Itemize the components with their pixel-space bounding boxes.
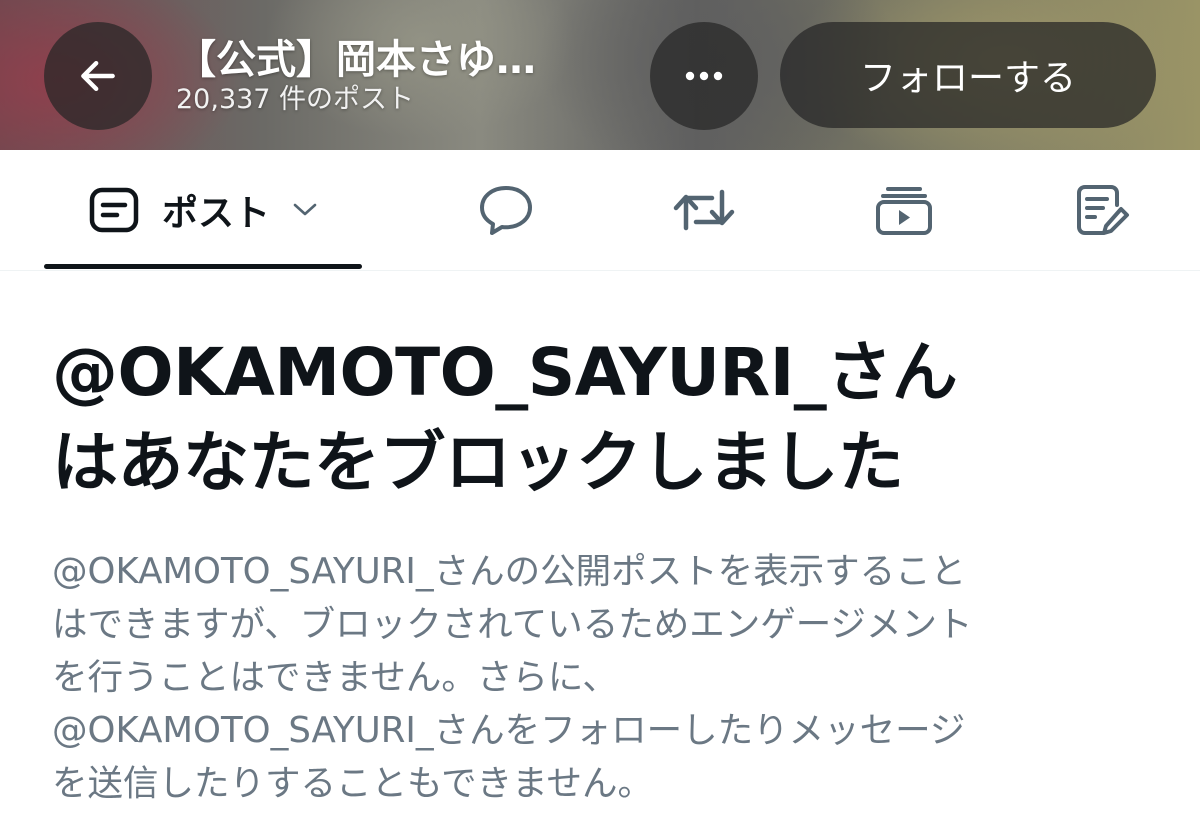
tab-posts[interactable]: ポスト <box>44 150 362 270</box>
arrow-left-icon <box>81 60 115 92</box>
tab-replies[interactable] <box>456 150 556 270</box>
post-icon <box>89 187 139 233</box>
more-horizontal-icon <box>685 71 723 81</box>
tab-articles[interactable] <box>1052 150 1152 270</box>
more-options-button[interactable] <box>650 22 758 130</box>
reply-bubble-icon <box>480 186 532 235</box>
edit-document-icon <box>1077 185 1129 235</box>
back-button[interactable] <box>44 22 152 130</box>
profile-name: 【公式】岡本さゆ… <box>176 37 536 83</box>
blocked-title-line: @OKAMOTO_SAYURI_さん <box>52 334 958 411</box>
video-play-icon <box>876 187 932 235</box>
tab-reposts[interactable] <box>652 150 756 270</box>
post-count: 20,337 件のポスト <box>176 84 415 115</box>
blocked-description-line: @OKAMOTO_SAYURI_さんをフォローしたりメッセージ <box>52 710 966 751</box>
blocked-profile-screen: 【公式】岡本さゆ… 20,337 件のポスト フォローする ポスト @OKAMO… <box>0 0 1200 827</box>
blocked-description-line: @OKAMOTO_SAYURI_さんの公開ポストを表示すること <box>52 551 967 592</box>
header-title-block: 【公式】岡本さゆ… 20,337 件のポスト <box>176 36 536 116</box>
blocked-description-line: を送信したりすることもできません。 <box>52 763 654 804</box>
chevron-down-icon <box>293 203 317 216</box>
tab-posts-label: ポスト <box>161 193 270 234</box>
blocked-description-line: を行うことはできません。さらに、 <box>52 657 618 698</box>
blocked-title-line: はあなたをブロックしました <box>52 424 904 501</box>
tab-media[interactable] <box>852 150 956 270</box>
profile-tab-bar: ポスト <box>0 150 1200 271</box>
follow-button[interactable]: フォローする <box>780 22 1156 128</box>
blocked-description-line: はできますが、ブロックされているためエンゲージメント <box>52 604 973 645</box>
blocked-title: @OKAMOTO_SAYURI_さん はあなたをブロックしました <box>52 328 1162 508</box>
blocked-description: @OKAMOTO_SAYURI_さんの公開ポストを表示すること はできますが、ブ… <box>52 545 1132 810</box>
active-tab-indicator <box>44 264 362 269</box>
repost-icon <box>673 189 735 231</box>
